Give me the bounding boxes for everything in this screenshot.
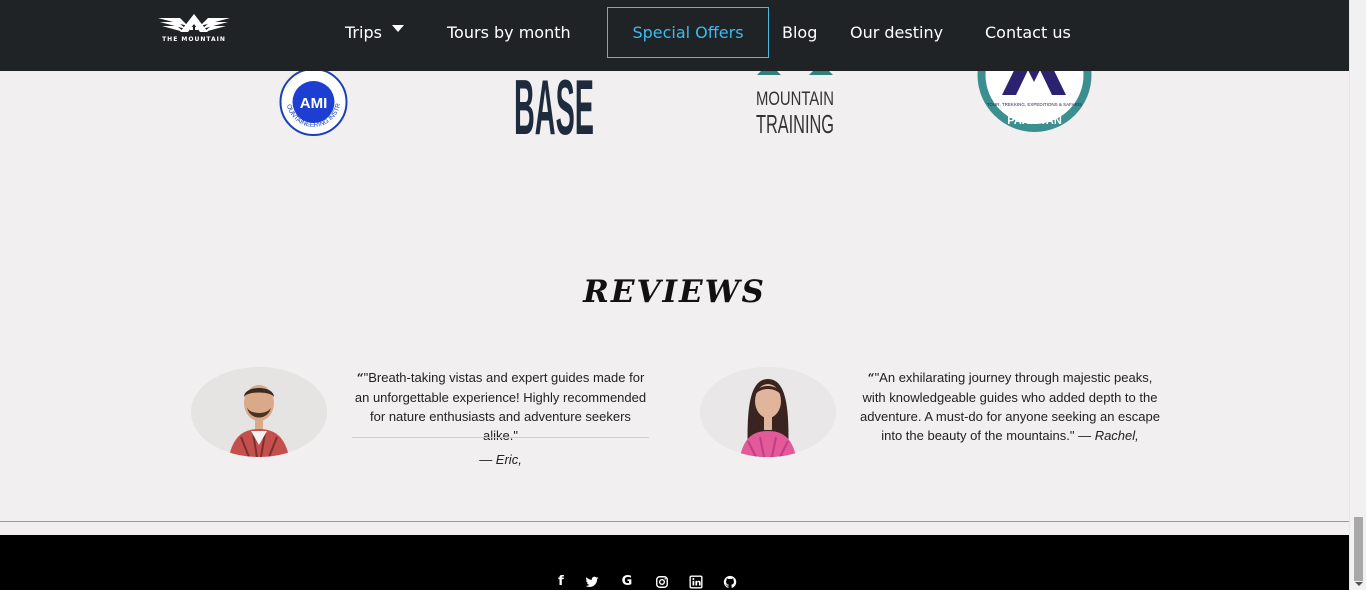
- linkedin-glyph: [689, 575, 703, 589]
- review-divider: [352, 437, 649, 438]
- mountain-training-line2: TRAINING: [756, 109, 834, 137]
- github-glyph: [723, 575, 737, 588]
- base-label: BASE: [514, 64, 594, 136]
- reviewer-avatar-rachel: [700, 367, 836, 457]
- reviewer-avatar-eric: [191, 367, 327, 457]
- pakistan-label: PAKISTAN: [1007, 115, 1062, 127]
- review-text: "Breath-taking vistas and expert guides …: [354, 370, 647, 443]
- nav-blog[interactable]: Blog: [782, 0, 817, 64]
- mountain-logo-icon: [158, 14, 230, 32]
- nav-our-destiny[interactable]: Our destiny: [850, 0, 943, 64]
- woman-avatar-icon: [700, 367, 836, 457]
- nav-special-offers[interactable]: Special Offers: [607, 7, 769, 58]
- scrollbar-thumb[interactable]: [1354, 517, 1363, 581]
- linkedin-icon[interactable]: [689, 575, 703, 589]
- review-author: Rachel,: [1094, 428, 1139, 443]
- footer-divider: [0, 521, 1349, 522]
- nav-contact-us[interactable]: Contact us: [985, 0, 1071, 64]
- github-icon[interactable]: [723, 575, 737, 589]
- footer: [0, 535, 1349, 590]
- brand-logo-text: THE MOUNTAIN: [162, 36, 226, 43]
- quote-icon: “: [867, 371, 875, 385]
- twitter-icon[interactable]: [585, 575, 599, 589]
- page-scrollbar[interactable]: [1349, 0, 1366, 590]
- ami-label: AMI: [300, 95, 328, 112]
- nav-trips[interactable]: Trips: [345, 0, 404, 64]
- nav-tours-by-month[interactable]: Tours by month: [447, 0, 571, 64]
- review-card-rachel: “"An exhilarating journey through majest…: [860, 368, 1160, 445]
- mountain-training-line1: MOUNTAIN: [756, 89, 834, 110]
- facebook-icon[interactable]: f: [554, 575, 568, 589]
- reviews-heading: REVIEWS: [583, 274, 766, 310]
- scroll-down-arrow-icon[interactable]: [1355, 582, 1363, 586]
- brand-logo[interactable]: THE MOUNTAIN: [158, 12, 230, 44]
- pakistan-ring-text: TOUR, TREKKING, EXPEDITIONS & SAFARIS: [987, 102, 1082, 107]
- quote-icon: “: [356, 371, 364, 385]
- instagram-icon[interactable]: [655, 575, 669, 589]
- base-wordmark-icon: BASE: [514, 63, 594, 151]
- base-logo: BASE: [514, 63, 594, 151]
- nav-trips-label: Trips: [345, 22, 382, 42]
- top-navbar: THE MOUNTAIN Trips Tours by month Specia…: [0, 0, 1349, 71]
- review-author: — Eric,: [479, 452, 522, 467]
- twitter-glyph: [585, 576, 599, 588]
- google-glyph: G: [621, 574, 633, 589]
- review-card-eric: “"Breath-taking vistas and expert guides…: [352, 368, 649, 445]
- chevron-down-icon: [391, 24, 404, 32]
- google-icon[interactable]: G: [620, 575, 634, 589]
- facebook-glyph: f: [558, 574, 564, 589]
- man-avatar-icon: [191, 367, 327, 457]
- instagram-glyph: [656, 576, 668, 588]
